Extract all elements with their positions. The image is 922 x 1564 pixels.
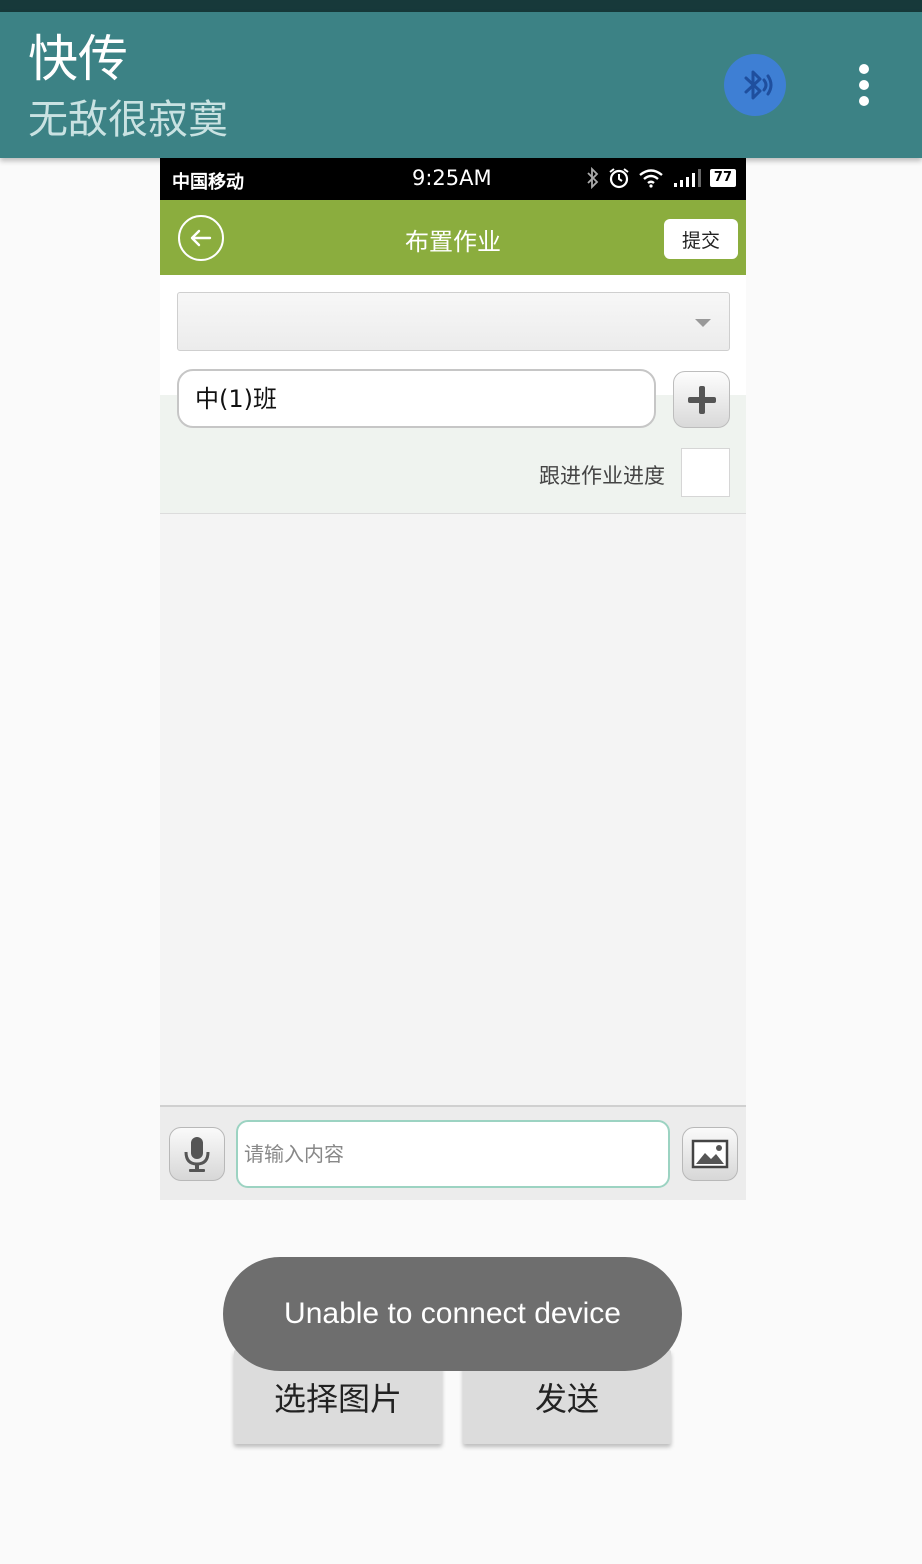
app-subtitle: 无敌很寂寞 — [28, 97, 228, 143]
device-status-strip — [0, 0, 922, 12]
carrier-label: 中国移动 — [172, 172, 244, 193]
shared-screenshot-image: 中国移动 9:25AM 77 布置作业 提交 中(1)班 跟进作业进度 请输入内… — [160, 158, 746, 1200]
more-options-button[interactable] — [846, 60, 882, 110]
bluetooth-icon — [587, 167, 599, 189]
homework-header: 布置作业 提交 — [160, 200, 746, 275]
plus-icon — [687, 385, 716, 414]
message-composer: 请输入内容 — [160, 1105, 746, 1200]
homework-title: 布置作业 — [405, 228, 501, 256]
alarm-icon — [609, 168, 629, 189]
app-title: 快传 — [28, 30, 128, 88]
follow-progress-checkbox[interactable] — [681, 448, 730, 497]
image-icon — [691, 1139, 729, 1169]
app-bar: 快传 无敌很寂寞 — [0, 12, 922, 158]
add-class-button[interactable] — [673, 371, 730, 428]
wifi-icon — [639, 169, 663, 188]
microphone-icon — [184, 1137, 210, 1172]
more-vertical-icon — [859, 64, 869, 74]
image-button[interactable] — [682, 1127, 738, 1181]
phone-status-bar: 中国移动 9:25AM 77 — [160, 158, 746, 200]
voice-button[interactable] — [169, 1127, 225, 1181]
bluetooth-button[interactable] — [724, 54, 786, 116]
bluetooth-audio-icon — [744, 70, 773, 100]
follow-progress-label: 跟进作业进度 — [539, 464, 665, 488]
toast-message: Unable to connect device — [223, 1257, 682, 1371]
class-field[interactable]: 中(1)班 — [177, 369, 656, 428]
signal-icon — [673, 169, 701, 187]
status-time: 9:25AM — [412, 166, 492, 190]
chevron-down-icon — [695, 319, 711, 327]
battery-indicator: 77 — [709, 169, 736, 187]
message-input[interactable]: 请输入内容 — [236, 1120, 670, 1188]
submit-button[interactable]: 提交 — [664, 219, 738, 259]
subject-dropdown[interactable] — [177, 292, 730, 351]
